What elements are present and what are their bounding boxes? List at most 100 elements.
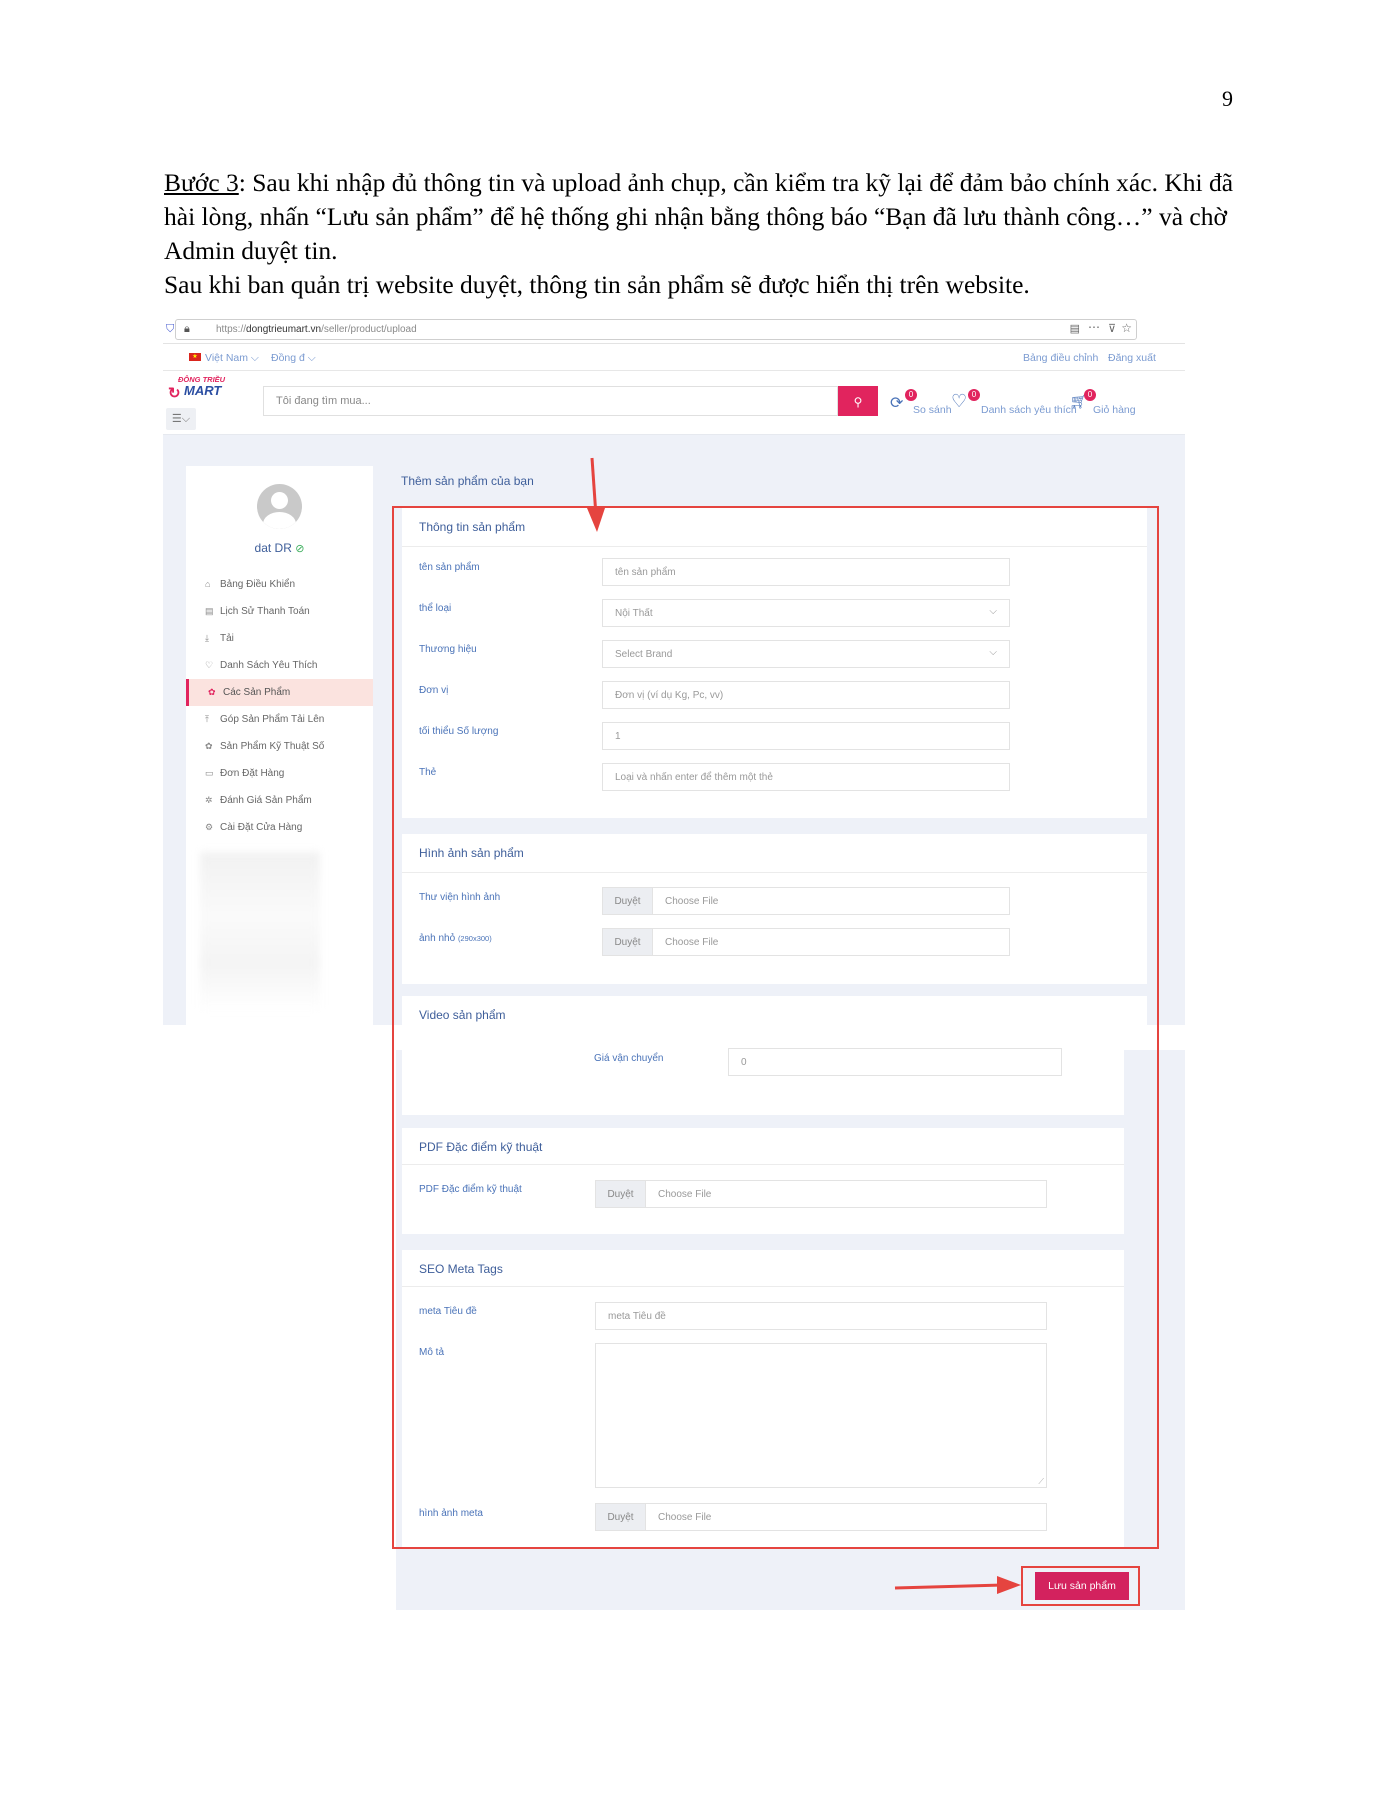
cart-link[interactable]: Giỏ hàng [1093, 404, 1136, 416]
browse-button[interactable]: Duyệt [603, 929, 653, 955]
search-input[interactable]: Tôi đang tìm mua... [263, 386, 838, 416]
shipping-label: Giá vận chuyển [594, 1053, 664, 1064]
pdf-spec-card: PDF Đặc điểm kỹ thuật PDF Đặc điểm kỹ th… [402, 1128, 1124, 1234]
gallery-label: Thư viện hình ảnh [419, 892, 501, 903]
seller-sidebar: dat DR ⊘ ⌂ Bảng Điều Khiển ▤ Lịch Sử Thanh… [186, 466, 373, 1026]
search-button[interactable]: ⚲ [838, 386, 878, 416]
site-header: ĐÔNG TRIỀU ↻ MART ☰⌵ Tôi đang tìm mua...… [163, 371, 1185, 435]
more-icon[interactable]: ⋯ [1088, 320, 1100, 334]
shipping-card: Giá vận chuyển 0 [402, 1048, 1124, 1115]
upload-icon: ⤒ [205, 714, 209, 724]
search-icon: ⚲ [853, 394, 863, 409]
language-select[interactable]: Việt Nam ⌵ [205, 352, 259, 365]
heart-icon: ♡ [205, 660, 214, 670]
description-label: Mô tả [419, 1347, 445, 1358]
sidebar-item-payment-history[interactable]: ▤ Lịch Sử Thanh Toán [186, 598, 373, 625]
verified-icon: ⊘ [295, 543, 305, 555]
choose-file-text: Choose File [665, 896, 719, 907]
description-textarea[interactable]: ⟋ [595, 1343, 1047, 1488]
step-paragraph: Bước 3: Sau khi nhập đủ thông tin và upl… [164, 166, 1254, 268]
unit-label: Đơn vị [419, 685, 449, 696]
user-name: dat DR ⊘ [254, 541, 305, 555]
blurred-region [200, 852, 320, 1012]
avatar [257, 484, 302, 529]
min-qty-label: tối thiểu Số lượng [419, 726, 499, 737]
meta-title-label: meta Tiêu đề [419, 1306, 477, 1317]
product-name-input[interactable]: tên sản phẩm [602, 558, 1010, 586]
tags-input[interactable]: Loại và nhấn enter để thêm một thẻ [602, 763, 1010, 791]
currency-select[interactable]: Đồng đ ⌵ [271, 352, 316, 365]
sidebar-item-downloads[interactable]: ⤓ Tải [186, 625, 373, 652]
pocket-icon[interactable]: ⊽ [1108, 322, 1116, 335]
sidebar-item-shop-settings[interactable]: ⚙ Cài Đặt Cửa Hàng [186, 814, 373, 841]
wishlist-link[interactable]: Danh sách yêu thích [981, 404, 1077, 416]
choose-file-text: Choose File [658, 1512, 712, 1523]
product-video-card: Video sản phẩm [402, 996, 1147, 1032]
star-icon: ✲ [205, 795, 213, 805]
brand-label: Thương hiệu [419, 644, 477, 655]
orders-icon: ▭ [205, 768, 214, 778]
approval-paragraph: Sau khi ban quản trị website duyệt, thôn… [164, 270, 1030, 299]
sidebar-item-reviews[interactable]: ✲ Đánh Giá Sản Phẩm [186, 787, 373, 814]
browse-button[interactable]: Duyệt [603, 888, 653, 914]
menu-toggle-icon[interactable]: ☰⌵ [166, 408, 196, 430]
tags-label: Thẻ [419, 767, 437, 778]
category-select[interactable]: Nội Thất [602, 599, 1010, 627]
unit-input[interactable]: Đơn vị (ví dụ Kg, Pc, vv) [602, 681, 1010, 709]
thumbnail-label: ảnh nhỏ (290x300) [419, 933, 492, 944]
browse-button[interactable]: Duyệt [596, 1504, 646, 1530]
min-qty-input[interactable]: 1 [602, 722, 1010, 750]
heart-icon[interactable]: ♡ [951, 391, 967, 412]
browser-bar: ⛉ 🔒︎ https://dongtrieumart.vn/seller/pro… [163, 316, 1185, 344]
category-label: thể loại [419, 603, 452, 614]
page-number: 9 [1222, 86, 1233, 111]
annotation-arrow-right [894, 1576, 1021, 1594]
card-title: Video sản phẩm [419, 1008, 506, 1022]
thumbnail-file-input[interactable]: Duyệt Choose File [602, 928, 1010, 956]
reader-icon[interactable]: ▤ [1070, 322, 1080, 335]
product-info-card: Thông tin sản phẩm tên sản phẩm tên sản … [402, 508, 1147, 818]
choose-file-text: Choose File [658, 1189, 712, 1200]
product-images-card: Hình ảnh sản phẩm Thư viện hình ảnh Duyệ… [402, 834, 1147, 984]
compare-link[interactable]: So sánh [913, 404, 952, 416]
sidebar-item-digital-products[interactable]: ✿ Sản Phẩm Kỹ Thuật Số [186, 733, 373, 760]
browse-button[interactable]: Duyệt [596, 1181, 646, 1207]
meta-title-input[interactable]: meta Tiêu đề [595, 1302, 1047, 1330]
resize-handle-icon: ⟋ [1038, 1477, 1044, 1486]
meta-image-file-input[interactable]: Duyệt Choose File [595, 1503, 1047, 1531]
sidebar-item-products[interactable]: ✿ Các Sản Phẩm [186, 679, 373, 706]
product-icon: ✿ [205, 741, 213, 751]
compare-badge: 0 [905, 389, 917, 401]
cart-badge: 0 [1084, 389, 1096, 401]
logout-link[interactable]: Đăng xuất [1108, 352, 1156, 364]
logo-mark: ↻ [168, 385, 181, 402]
card-title: Hình ảnh sản phẩm [419, 846, 524, 860]
sidebar-item-orders[interactable]: ▭ Đơn Đặt Hàng [186, 760, 373, 787]
site-logo[interactable]: ĐÔNG TRIỀU ↻ MART [166, 375, 228, 405]
step-text: : Sau khi nhập đủ thông tin và upload ản… [164, 168, 1234, 266]
address-bar[interactable]: 🔒︎ https://dongtrieumart.vn/seller/produ… [175, 319, 1137, 340]
download-icon: ⤓ [205, 633, 209, 643]
sidebar-item-bulk-upload[interactable]: ⤒ Góp Sản Phẩm Tải Lên [186, 706, 373, 733]
annotation-arrow-down [587, 457, 605, 532]
pdf-label: PDF Đặc điểm kỹ thuật [419, 1184, 522, 1195]
flag-icon: ★ [189, 353, 201, 361]
card-title: PDF Đặc điểm kỹ thuật [419, 1140, 543, 1154]
step-heading: Bước 3 [164, 168, 239, 197]
url-text: https://dongtrieumart.vn/seller/product/… [216, 324, 417, 335]
brand-select[interactable]: Select Brand [602, 640, 1010, 668]
dashboard-link[interactable]: Bảng điều chỉnh [1023, 352, 1098, 364]
star-icon[interactable]: ☆ [1121, 321, 1132, 335]
annotation-button-box [1021, 1566, 1140, 1606]
sidebar-item-dashboard[interactable]: ⌂ Bảng Điều Khiển [186, 571, 373, 598]
seo-card: SEO Meta Tags meta Tiêu đề meta Tiêu đề … [402, 1250, 1124, 1547]
top-strip: ★ Việt Nam ⌵ Đồng đ ⌵ Bảng điều chỉnh Đă… [163, 344, 1185, 371]
page-title: Thêm sản phẩm của bạn [401, 474, 534, 488]
pdf-file-input[interactable]: Duyệt Choose File [595, 1180, 1047, 1208]
compare-icon[interactable]: ⟳ [890, 393, 903, 413]
home-icon: ⌂ [205, 579, 211, 589]
shipping-input[interactable]: 0 [728, 1048, 1062, 1076]
sidebar-item-wishlist[interactable]: ♡ Danh Sách Yêu Thích [186, 652, 373, 679]
choose-file-text: Choose File [665, 937, 719, 948]
gallery-file-input[interactable]: Duyệt Choose File [602, 887, 1010, 915]
